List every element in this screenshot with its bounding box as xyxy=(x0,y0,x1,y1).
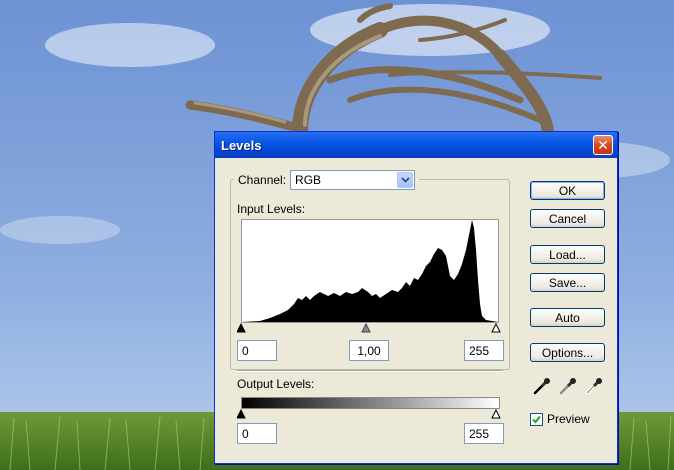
input-white-field[interactable]: 255 xyxy=(464,340,504,361)
input-gamma-field[interactable]: 1,00 xyxy=(349,340,389,361)
output-levels-slider[interactable] xyxy=(237,409,503,419)
cancel-button[interactable]: Cancel xyxy=(530,209,605,228)
ok-button[interactable]: OK xyxy=(530,181,605,200)
output-gradient-bar xyxy=(241,397,500,409)
titlebar[interactable]: Levels xyxy=(215,132,617,158)
input-levels-slider[interactable] xyxy=(237,323,503,333)
channel-select[interactable]: RGB xyxy=(290,170,416,190)
separator xyxy=(237,370,503,372)
input-black-point-handle xyxy=(237,323,246,333)
output-black-field[interactable]: 0 xyxy=(237,423,277,444)
input-white-point-handle xyxy=(491,323,501,333)
save-button[interactable]: Save... xyxy=(530,273,605,292)
close-icon: ✕ xyxy=(597,137,609,153)
gray-eyedropper-icon[interactable] xyxy=(559,377,577,395)
dialog-title: Levels xyxy=(221,137,262,153)
input-levels-label: Input Levels: xyxy=(237,202,306,216)
auto-button[interactable]: Auto xyxy=(530,308,605,327)
output-white-field[interactable]: 255 xyxy=(464,423,504,444)
histogram xyxy=(241,219,499,323)
checkmark-icon xyxy=(532,415,541,423)
channel-row: Channel: RGB xyxy=(234,169,420,191)
levels-dialog: Levels ✕ Channel: RGB Input Levels: 0 1,… xyxy=(214,131,618,464)
input-gamma-handle xyxy=(361,323,371,333)
channel-select-value: RGB xyxy=(295,173,322,187)
input-black-field[interactable]: 0 xyxy=(237,340,277,361)
preview-label: Preview xyxy=(547,412,590,426)
histogram-shape xyxy=(242,220,498,322)
output-black-point-handle xyxy=(237,409,246,419)
close-button[interactable]: ✕ xyxy=(593,135,613,155)
white-eyedropper-icon[interactable] xyxy=(585,377,603,395)
options-button[interactable]: Options... xyxy=(530,343,605,362)
output-levels-label: Output Levels: xyxy=(237,377,315,391)
preview-row: Preview xyxy=(530,412,590,426)
black-eyedropper-icon[interactable] xyxy=(533,377,551,395)
load-button[interactable]: Load... xyxy=(530,245,605,264)
chevron-down-icon[interactable] xyxy=(397,172,414,188)
channel-label: Channel: xyxy=(238,173,287,187)
preview-checkbox[interactable] xyxy=(530,412,543,426)
output-white-point-handle xyxy=(491,409,501,419)
